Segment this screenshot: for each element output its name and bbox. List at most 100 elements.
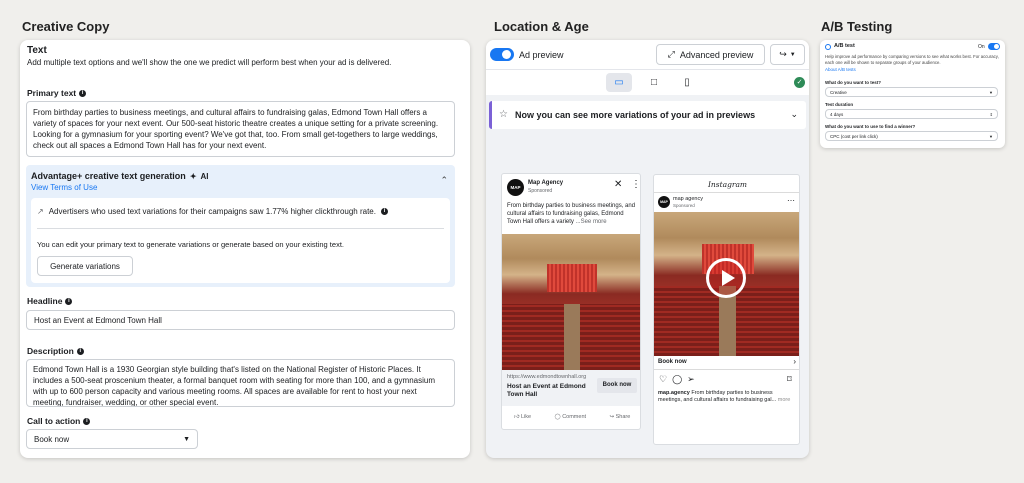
headline-input[interactable]: Host an Event at Edmond Town Hall xyxy=(26,310,455,330)
ab-desc: Help improve ad performance by comparing… xyxy=(825,54,999,65)
advanced-preview-button[interactable]: ⤢ Advanced preview xyxy=(656,44,765,65)
advantage-title-text: Advantage+ creative text generation xyxy=(31,171,186,181)
more-options-icon[interactable]: ⋯ xyxy=(787,196,795,205)
text-heading: Text xyxy=(27,45,47,56)
ig-cta-bar[interactable]: Book now › xyxy=(654,356,799,370)
ig-caption-user: map.agency xyxy=(658,390,690,396)
headline-label-text: Headline xyxy=(27,296,63,306)
info-icon[interactable]: i xyxy=(83,417,91,425)
close-icon[interactable]: ✕ xyxy=(614,179,622,190)
description-label: Description i xyxy=(27,346,84,356)
headline-label: Headline i xyxy=(27,296,73,306)
ad-preview-label: Ad preview xyxy=(519,50,564,60)
expand-icon: ⤢ xyxy=(667,49,675,59)
chevron-right-icon: › xyxy=(793,357,796,366)
comment-icon: ◯ xyxy=(554,414,561,420)
play-triangle xyxy=(722,270,735,286)
chevron-down-icon[interactable]: ⌄ xyxy=(790,109,798,120)
fb-like-label: Like xyxy=(520,414,532,420)
winner-metric-select[interactable]: CPC (cost per link click) ▼ xyxy=(825,131,998,141)
comment-icon[interactable]: ◯ xyxy=(672,374,682,385)
fb-ad-text-body: From birthday parties to business meetin… xyxy=(507,203,636,225)
cta-select[interactable]: Book now ▼ xyxy=(26,429,198,449)
cta-label-text: Call to action xyxy=(27,416,81,426)
instagram-ad-preview: Instagram MAP map agency Sponsored ⋯ Boo… xyxy=(653,174,800,445)
check-icon: ✓ xyxy=(794,77,805,88)
facebook-ad-preview: MAP Map Agency Sponsored ✕ ⋮ From birthd… xyxy=(501,173,641,430)
caret-down-icon: ▼ xyxy=(789,51,796,58)
info-icon[interactable]: i xyxy=(65,297,73,305)
like-icon: 👍︎ xyxy=(513,414,520,420)
fb-stage-curtain xyxy=(547,264,597,292)
mobile-icon[interactable]: ▯ xyxy=(674,73,700,92)
test-duration-input[interactable]: 4 days ⇕ xyxy=(825,109,998,119)
about-ab-link[interactable]: About A/B tests xyxy=(825,67,856,72)
fb-action-bar: 👍︎ Like ◯ Comment ↪ Share xyxy=(502,414,640,420)
bookmark-icon[interactable]: ⌑ xyxy=(787,374,792,385)
share-icon: ↪ xyxy=(609,414,615,420)
divider xyxy=(37,228,444,229)
chevron-up-icon[interactable]: ⌃ xyxy=(440,175,448,186)
trend-icon: ↗ xyxy=(37,207,44,216)
share-icon: ↪ xyxy=(779,49,787,59)
ig-page-name: map agency xyxy=(673,196,703,202)
fb-url: https://www.edmondtownhall.org xyxy=(507,374,587,380)
preview-toolbar: Ad preview ⤢ Advanced preview ↪ ▼ xyxy=(486,40,809,70)
generate-variations-button[interactable]: Generate variations xyxy=(37,256,133,276)
description-input[interactable]: Edmond Town Hall is a 1930 Georgian styl… xyxy=(26,359,455,407)
device-bar: ▭ □ ▯ ✓ xyxy=(486,70,809,95)
fb-comment-label: Comment xyxy=(562,414,587,420)
fb-book-now-button[interactable]: Book now xyxy=(597,378,637,393)
ad-preview-toggle[interactable] xyxy=(490,48,514,61)
share-menu-button[interactable]: ↪ ▼ xyxy=(770,44,805,65)
sparkle-icon: ✦ xyxy=(189,171,197,181)
caret-down-icon: ▼ xyxy=(183,435,190,443)
variations-banner[interactable]: ☆ Now you can see more variations of you… xyxy=(489,101,806,129)
stat-text: Advertisers who used text variations for… xyxy=(48,207,376,216)
divider xyxy=(654,192,799,193)
desktop-icon[interactable]: ▭ xyxy=(606,73,632,92)
ab-radio-icon xyxy=(825,44,831,50)
info-icon[interactable]: i xyxy=(76,347,84,355)
info-icon[interactable]: i xyxy=(380,208,388,215)
fb-link-bar[interactable]: https://www.edmondtownhall.org Host an E… xyxy=(502,370,640,406)
fb-like-button[interactable]: 👍︎ Like xyxy=(514,414,531,420)
advantage-title: Advantage+ creative text generation ✦ AI xyxy=(31,171,209,181)
info-icon[interactable]: i xyxy=(79,89,87,97)
advanced-preview-label: Advanced preview xyxy=(679,49,754,60)
ad-preview-panel: Ad preview ⤢ Advanced preview ↪ ▼ ▭ □ ▯ … xyxy=(486,40,809,458)
fb-see-more[interactable]: ...See more xyxy=(576,219,607,225)
ig-more-link[interactable]: more xyxy=(778,397,791,403)
more-options-icon[interactable]: ⋮ xyxy=(631,179,640,190)
play-icon[interactable] xyxy=(706,258,746,298)
ig-book-now: Book now xyxy=(658,359,687,365)
advantage-box: Advantage+ creative text generation ✦ AI… xyxy=(26,165,455,287)
cta-label: Call to action i xyxy=(27,416,91,426)
stepper-icon[interactable]: ⇕ xyxy=(990,111,993,117)
test-type-select[interactable]: Creative ▼ xyxy=(825,87,998,97)
fb-comment-button[interactable]: ◯ Comment xyxy=(555,414,587,420)
fb-ad-text: From birthday parties to business meetin… xyxy=(507,202,639,226)
ab-test-toggle[interactable] xyxy=(988,43,1000,50)
square-icon[interactable]: □ xyxy=(641,73,667,92)
fb-theatre-image xyxy=(502,234,640,370)
winner-metric-label: What do you want to use to find a winner… xyxy=(825,124,916,129)
test-duration-value: 4 days xyxy=(830,112,844,117)
ig-sponsored: Sponsored xyxy=(673,203,695,208)
stat-row: ↗ Advertisers who used text variations f… xyxy=(37,207,388,216)
fb-share-button[interactable]: ↪ Share xyxy=(609,414,630,420)
ig-avatar: MAP xyxy=(658,196,670,208)
advantage-inner-card: ↗ Advertisers who used text variations f… xyxy=(31,198,450,283)
winner-metric-value: CPC (cost per link click) xyxy=(830,134,878,139)
ab-on-label: On xyxy=(978,44,985,50)
view-terms-link[interactable]: View Terms of Use xyxy=(31,183,97,192)
text-subheading: Add multiple text options and we'll show… xyxy=(27,58,392,67)
primary-text-input[interactable]: From birthday parties to business meetin… xyxy=(26,101,455,157)
heart-icon[interactable]: ♡ xyxy=(659,374,667,385)
test-type-value: Creative xyxy=(830,90,847,95)
send-icon[interactable]: ➢ xyxy=(687,374,695,385)
ab-test-title: A/B test xyxy=(834,43,855,49)
fb-sponsored: Sponsored xyxy=(528,188,553,194)
ab-test-panel: A/B test On Help improve ad performance … xyxy=(820,40,1005,148)
ig-action-icons: ♡ ◯ ➢ xyxy=(659,374,695,385)
